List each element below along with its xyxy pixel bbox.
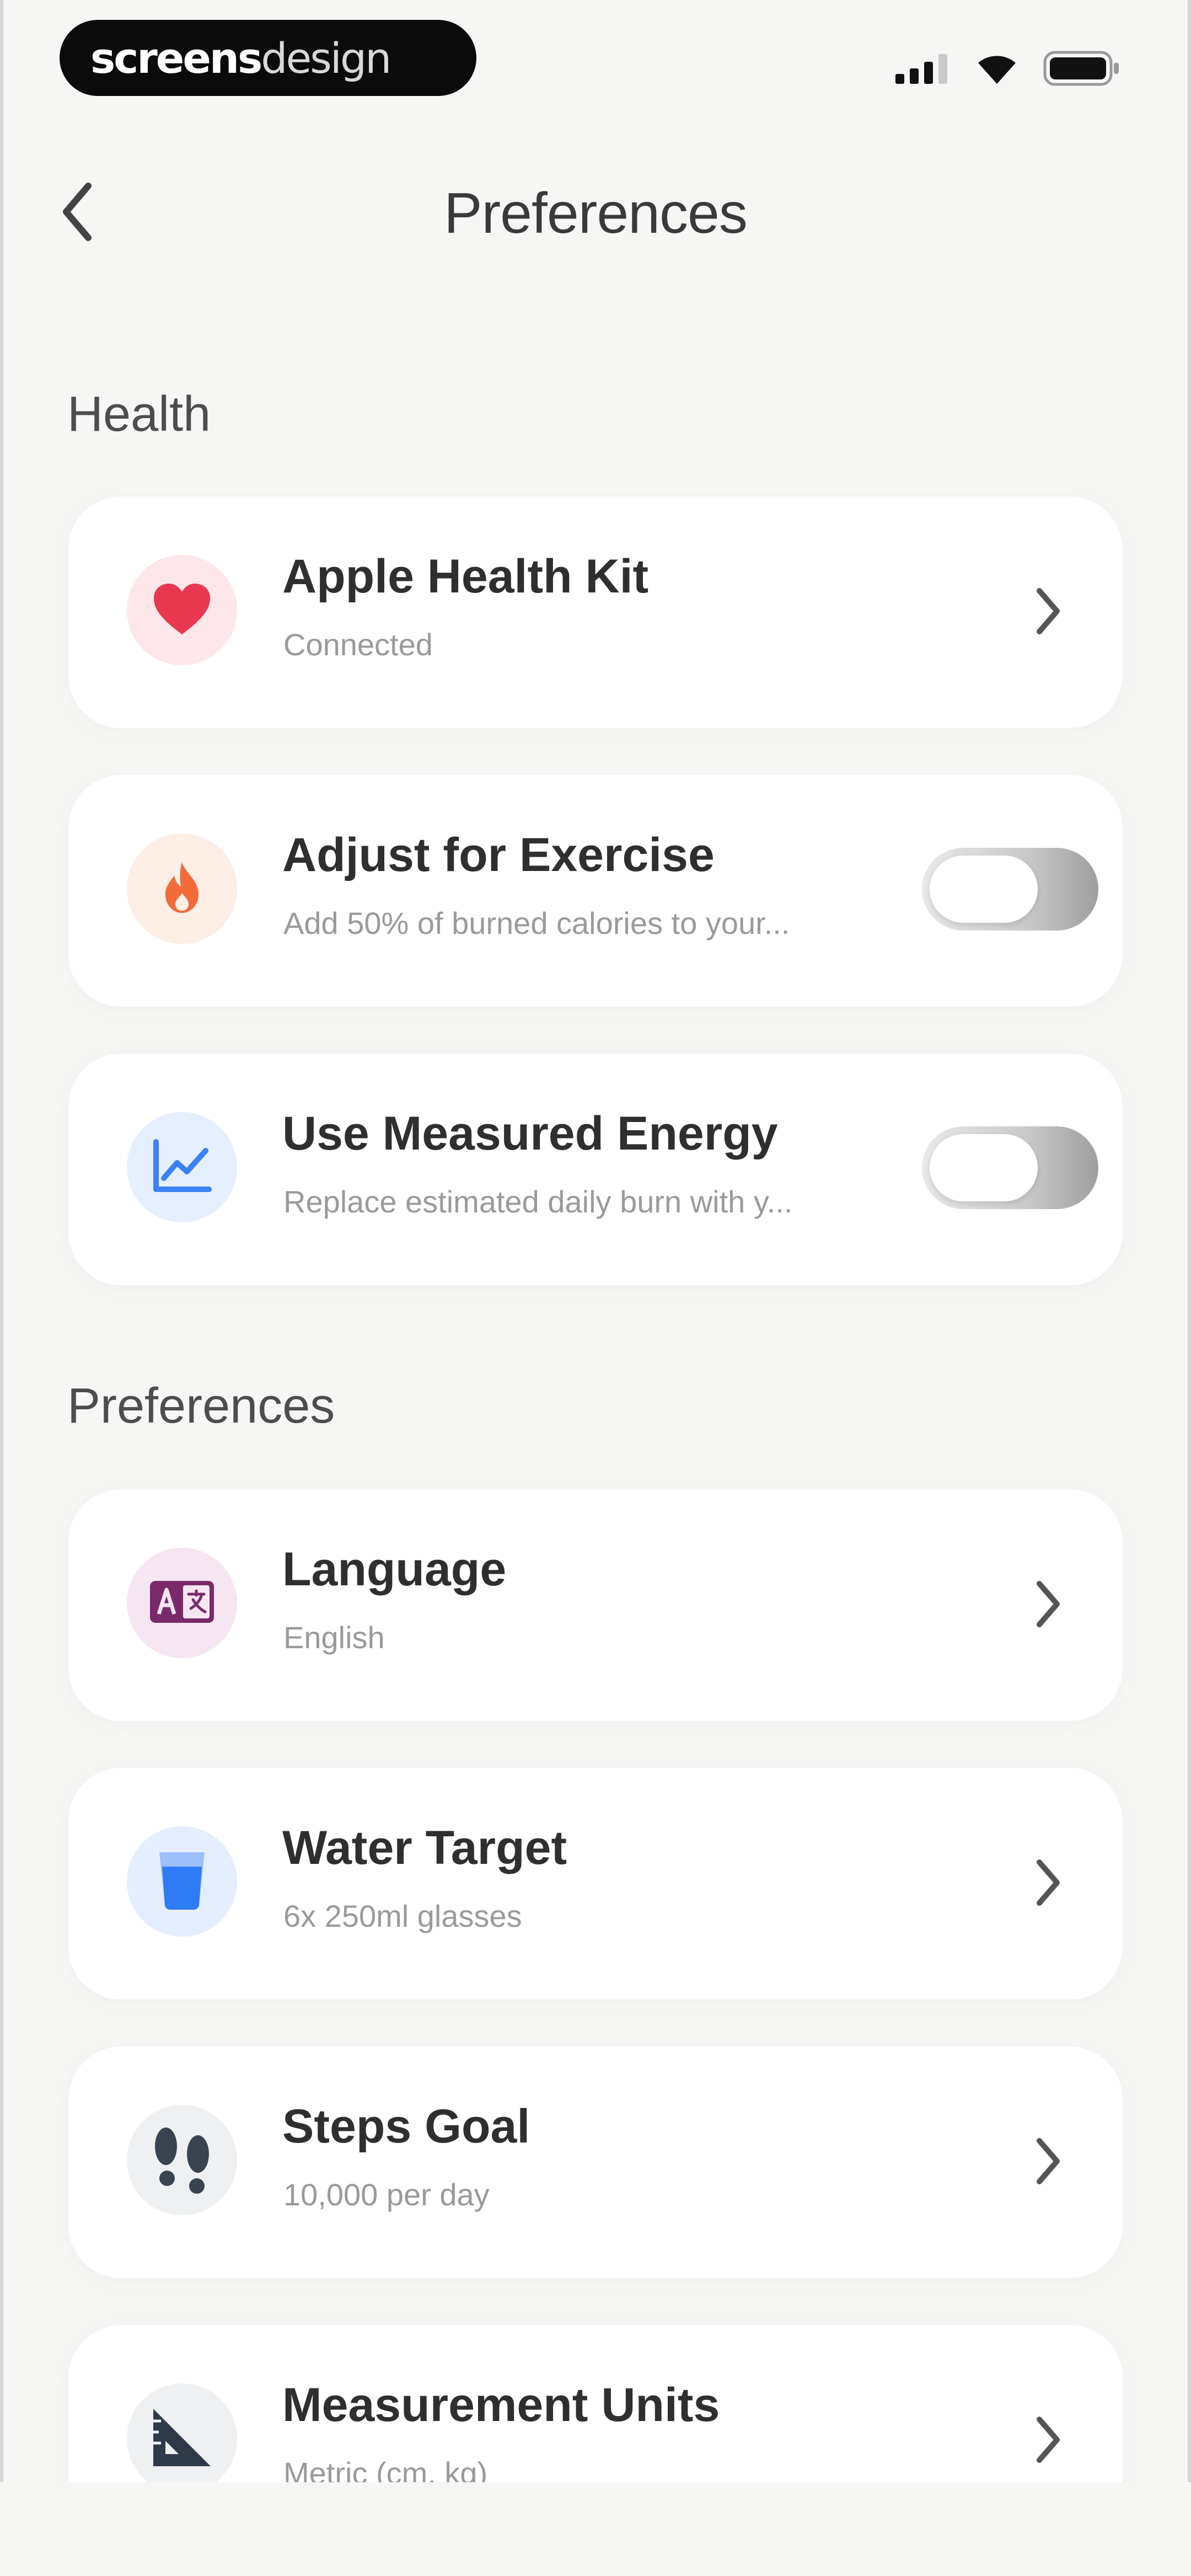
apple-health-kit-row[interactable]: Apple Health Kit Connected: [68, 496, 1123, 728]
language-icon-bubble: [127, 1548, 237, 1658]
wifi-icon: [975, 52, 1019, 88]
signal-icon: [895, 53, 951, 87]
language-subtitle: English: [283, 1620, 385, 1655]
page-title: Preferences: [444, 181, 748, 245]
frame-edge-right: [1188, 0, 1191, 2576]
toggle-knob: [930, 1134, 1038, 1201]
adjust-for-exercise-icon-bubble: [127, 833, 237, 944]
chart-line-icon: [152, 1139, 212, 1196]
adjust-for-exercise-row: Adjust for Exercise Add 50% of burned ca…: [68, 775, 1123, 1007]
chevron-right-icon: [1026, 1571, 1070, 1637]
watermark-light-text: design: [261, 33, 391, 83]
apple-health-kit-title: Apple Health Kit: [282, 550, 649, 603]
heart-icon: [152, 581, 212, 639]
flame-icon: [160, 860, 204, 918]
water-target-subtitle: 6x 250ml glasses: [283, 1899, 522, 1933]
steps-goal-row[interactable]: Steps Goal 10,000 per day: [68, 2046, 1123, 2278]
chevron-right-icon: [1026, 2407, 1070, 2473]
battery-icon: [1043, 51, 1120, 89]
use-measured-energy-title: Use Measured Energy: [282, 1107, 778, 1160]
steps-goal-icon-bubble: [127, 2105, 237, 2215]
water-target-row[interactable]: Water Target 6x 250ml glasses: [68, 1768, 1123, 2000]
bottom-safe-area: [0, 2482, 1191, 2576]
chevron-right-icon: [1026, 578, 1070, 644]
frame-edge-left: [0, 0, 3, 2576]
toggle-knob: [930, 856, 1038, 923]
adjust-for-exercise-subtitle: Add 50% of burned calories to your...: [283, 906, 790, 940]
apple-health-kit-icon-bubble: [127, 555, 237, 665]
use-measured-energy-subtitle: Replace estimated daily burn with y...: [283, 1184, 793, 1219]
language-title: Language: [282, 1543, 507, 1596]
water-glass-icon: [157, 1850, 207, 1914]
adjust-for-exercise-toggle[interactable]: [922, 848, 1098, 931]
screensdesign-watermark: screens design: [60, 20, 476, 96]
section-title-preferences: Preferences: [67, 1378, 335, 1434]
preferences-screen: screens design Preferences Health Apple …: [0, 0, 1191, 2576]
watermark-bold-text: screens: [90, 33, 262, 83]
adjust-for-exercise-title: Adjust for Exercise: [282, 829, 715, 881]
section-title-health: Health: [67, 387, 211, 442]
use-measured-energy-row: Use Measured Energy Replace estimated da…: [68, 1054, 1123, 1285]
measurement-units-title: Measurement Units: [282, 2379, 720, 2431]
ruler-triangle-icon: [149, 2404, 215, 2473]
water-target-icon-bubble: [127, 1826, 237, 1937]
footprints-icon: [146, 2123, 218, 2198]
measurement-units-icon-bubble: [127, 2383, 237, 2494]
language-icon: [149, 1580, 215, 1627]
language-row[interactable]: Language English: [68, 1489, 1123, 1721]
apple-health-kit-subtitle: Connected: [283, 627, 433, 662]
water-target-title: Water Target: [282, 1821, 567, 1874]
chevron-right-icon: [1026, 2128, 1070, 2194]
steps-goal-title: Steps Goal: [282, 2100, 530, 2153]
use-measured-energy-icon-bubble: [127, 1112, 237, 1222]
steps-goal-subtitle: 10,000 per day: [283, 2177, 490, 2212]
status-icons: [895, 51, 1120, 89]
use-measured-energy-toggle[interactable]: [922, 1126, 1098, 1209]
chevron-right-icon: [1026, 1850, 1070, 1916]
